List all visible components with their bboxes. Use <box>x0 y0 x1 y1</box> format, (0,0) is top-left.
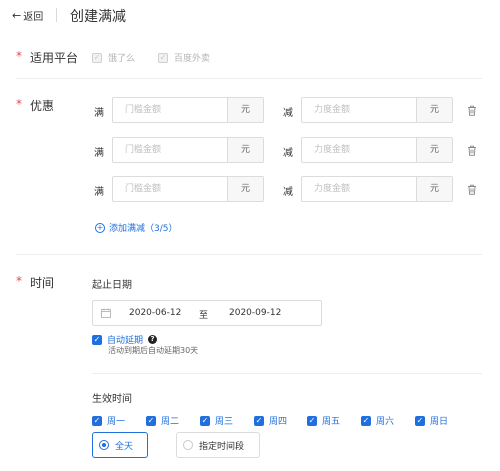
weekday-checkbox[interactable]: ✓ <box>307 415 317 426</box>
header-divider <box>56 8 57 22</box>
required-mark: * <box>16 97 22 111</box>
weekday-sunday[interactable]: ✓ 周日 <box>415 414 448 427</box>
yuan-suffix: 元 <box>227 138 263 162</box>
page-header: ← 返回 创建满减 <box>0 0 500 30</box>
discount-section-label: * 优惠 <box>16 97 54 114</box>
custom-time-range-option[interactable]: 指定时间段 <box>176 432 260 458</box>
weekday-saturday[interactable]: ✓ 周六 <box>361 414 394 427</box>
platform-label: 适用平台 <box>30 51 79 65</box>
trash-icon[interactable] <box>467 105 477 116</box>
weekday-wednesday[interactable]: ✓ 周三 <box>200 414 233 427</box>
weekday-monday[interactable]: ✓ 周一 <box>92 414 125 427</box>
weekday-tuesday[interactable]: ✓ 周二 <box>146 414 179 427</box>
weekday-checkbox[interactable]: ✓ <box>361 415 371 426</box>
threshold-amount-input[interactable]: 门槛金额 元 <box>112 176 264 202</box>
amount-placeholder: 力度金额 <box>314 105 351 115</box>
add-discount-label: 添加满减（3/5） <box>109 224 178 234</box>
date-range-picker[interactable]: 2020-06-12 至 2020-09-12 <box>92 300 322 326</box>
auto-extend-checkbox[interactable]: ✓ <box>92 334 102 345</box>
discount-amount-input[interactable]: 力度金额 元 <box>301 97 453 123</box>
man-label: 满 <box>94 187 104 198</box>
add-discount-button[interactable]: + 添加满减（3/5） <box>95 221 178 234</box>
date-separator: 至 <box>199 311 209 321</box>
threshold-placeholder: 门槛金额 <box>125 145 162 155</box>
weekday-checkbox[interactable]: ✓ <box>200 415 210 426</box>
page-title: 创建满减 <box>70 9 126 25</box>
weekday-label: 周五 <box>322 417 341 427</box>
threshold-placeholder: 门槛金额 <box>125 184 162 194</box>
platform-option-baidu: ✓ 百度外卖 <box>158 51 210 64</box>
back-button[interactable]: ← 返回 <box>12 8 43 23</box>
platform-option-eleme: ✓ 饿了么 <box>92 51 135 64</box>
question-mark-icon[interactable]: ? <box>148 335 158 344</box>
time-section-label: * 时间 <box>16 274 54 291</box>
weekday-checkbox[interactable]: ✓ <box>146 415 156 426</box>
date-range-title: 起止日期 <box>92 280 132 291</box>
weekday-checkbox[interactable]: ✓ <box>254 415 264 426</box>
man-label: 满 <box>94 108 104 119</box>
weekday-label: 周三 <box>215 417 234 427</box>
platform-option-label: 饿了么 <box>108 54 136 64</box>
yuan-suffix: 元 <box>227 177 263 201</box>
threshold-placeholder: 门槛金额 <box>125 105 162 115</box>
discount-amount-input[interactable]: 力度金额 元 <box>301 176 453 202</box>
discount-label: 优惠 <box>30 99 55 113</box>
yuan-suffix: 元 <box>416 98 452 122</box>
man-label: 满 <box>94 148 104 159</box>
plus-circle-icon: + <box>95 222 105 233</box>
radio-unselected[interactable] <box>183 440 193 450</box>
weekday-label: 周四 <box>269 417 288 427</box>
amount-placeholder: 力度金额 <box>314 184 351 194</box>
all-day-option[interactable]: 全天 <box>92 432 148 458</box>
weekday-label: 周二 <box>161 417 180 427</box>
end-date[interactable]: 2020-09-12 <box>229 308 281 318</box>
effective-time-title: 生效时间 <box>92 394 132 405</box>
platform-option-label: 百度外卖 <box>174 54 211 64</box>
threshold-amount-input[interactable]: 门槛金额 元 <box>112 137 264 163</box>
required-mark: * <box>16 49 22 63</box>
weekday-checkbox[interactable]: ✓ <box>92 415 102 426</box>
threshold-amount-input[interactable]: 门槛金额 元 <box>112 97 264 123</box>
divider <box>92 373 482 374</box>
weekday-friday[interactable]: ✓ 周五 <box>307 414 340 427</box>
checkbox-disabled: ✓ <box>92 52 102 63</box>
all-day-label: 全天 <box>115 441 134 452</box>
radio-selected[interactable] <box>99 440 109 450</box>
auto-extend-note: 活动到期后自动延期30天 <box>108 346 199 355</box>
weekday-checkbox[interactable]: ✓ <box>415 415 425 426</box>
yuan-suffix: 元 <box>416 138 452 162</box>
weekday-label: 周六 <box>376 417 395 427</box>
time-label: 时间 <box>30 276 55 290</box>
jian-label: 减 <box>283 108 293 119</box>
required-mark: * <box>16 274 22 288</box>
amount-placeholder: 力度金额 <box>314 145 351 155</box>
checkbox-disabled: ✓ <box>158 52 168 63</box>
back-label: 返回 <box>23 12 44 23</box>
start-date[interactable]: 2020-06-12 <box>129 308 181 318</box>
divider <box>16 78 482 79</box>
jian-label: 减 <box>283 187 293 198</box>
trash-icon[interactable] <box>467 145 477 156</box>
custom-time-range-label: 指定时间段 <box>199 441 245 452</box>
platform-section-label: * 适用平台 <box>16 49 78 66</box>
weekday-label: 周一 <box>107 417 126 427</box>
trash-icon[interactable] <box>467 184 477 195</box>
yuan-suffix: 元 <box>227 98 263 122</box>
discount-amount-input[interactable]: 力度金额 元 <box>301 137 453 163</box>
weekday-thursday[interactable]: ✓ 周四 <box>254 414 287 427</box>
divider <box>16 254 482 255</box>
weekday-label: 周日 <box>430 417 449 427</box>
jian-label: 减 <box>283 148 293 159</box>
calendar-icon <box>101 308 111 318</box>
yuan-suffix: 元 <box>416 177 452 201</box>
arrow-left-icon: ← <box>12 9 22 22</box>
